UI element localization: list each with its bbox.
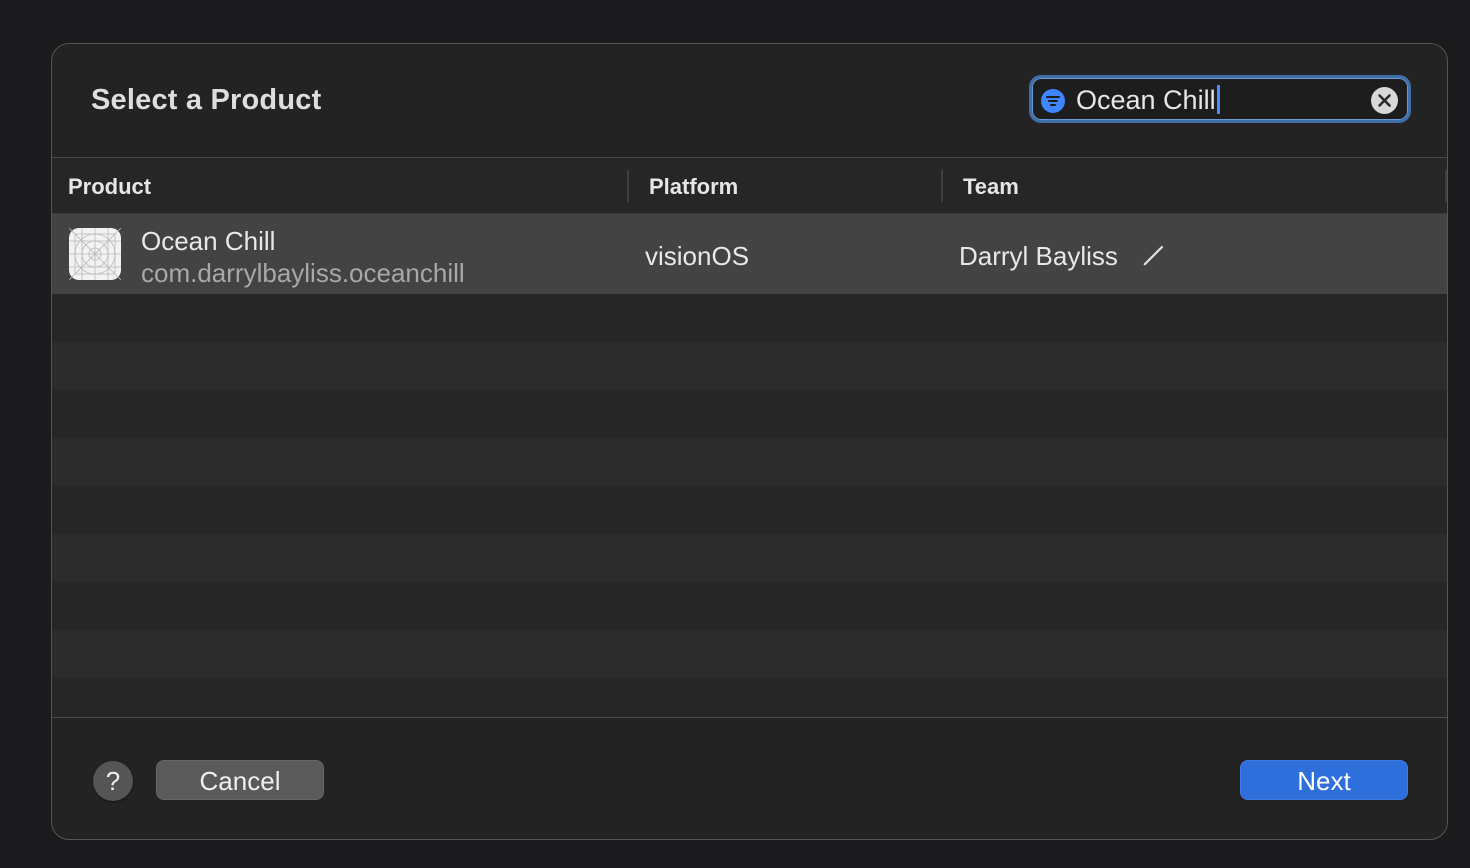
- column-divider[interactable]: [1445, 170, 1447, 202]
- column-header-team[interactable]: Team: [963, 174, 1019, 200]
- table-row-empty: [52, 582, 1447, 630]
- product-team: Darryl Bayliss: [959, 241, 1118, 271]
- column-divider[interactable]: [627, 170, 629, 202]
- column-header-product[interactable]: Product: [68, 174, 151, 200]
- product-platform: visionOS: [645, 241, 750, 271]
- clear-icon[interactable]: [1371, 87, 1398, 114]
- dialog-title: Select a Product: [91, 84, 322, 116]
- filter-icon[interactable]: [1041, 89, 1065, 113]
- app-icon: [69, 228, 121, 280]
- table-row-empty: [52, 438, 1447, 486]
- column-header-platform[interactable]: Platform: [649, 174, 738, 200]
- product-name: Ocean Chill: [141, 226, 276, 256]
- table-row-empty: [52, 486, 1447, 534]
- table-row-empty: [52, 678, 1447, 717]
- product-table: Product Platform Team Ocean Chill com.da…: [52, 157, 1447, 718]
- pencil-icon[interactable]: [1141, 242, 1167, 268]
- table-row-empty: [52, 630, 1447, 678]
- product-bundle-id: com.darrylbayliss.oceanchill: [141, 258, 465, 288]
- table-row-empty: [52, 390, 1447, 438]
- help-button[interactable]: ?: [93, 761, 133, 801]
- table-row-empty: [52, 342, 1447, 390]
- search-input[interactable]: Ocean Chill: [1076, 83, 1366, 117]
- column-divider[interactable]: [941, 170, 943, 202]
- table-row-empty: [52, 534, 1447, 582]
- table-row[interactable]: Ocean Chill com.darrylbayliss.oceanchill…: [52, 214, 1447, 294]
- table-header: Product Platform Team: [52, 158, 1447, 214]
- cancel-button[interactable]: Cancel: [156, 760, 324, 800]
- text-caret: [1216, 85, 1220, 114]
- search-field[interactable]: Ocean Chill: [1029, 75, 1411, 123]
- table-row-empty: [52, 294, 1447, 342]
- search-input-text: Ocean Chill: [1076, 85, 1216, 115]
- next-button[interactable]: Next: [1240, 760, 1408, 800]
- select-product-dialog: Select a Product Ocean Chill Product Pla…: [51, 43, 1448, 840]
